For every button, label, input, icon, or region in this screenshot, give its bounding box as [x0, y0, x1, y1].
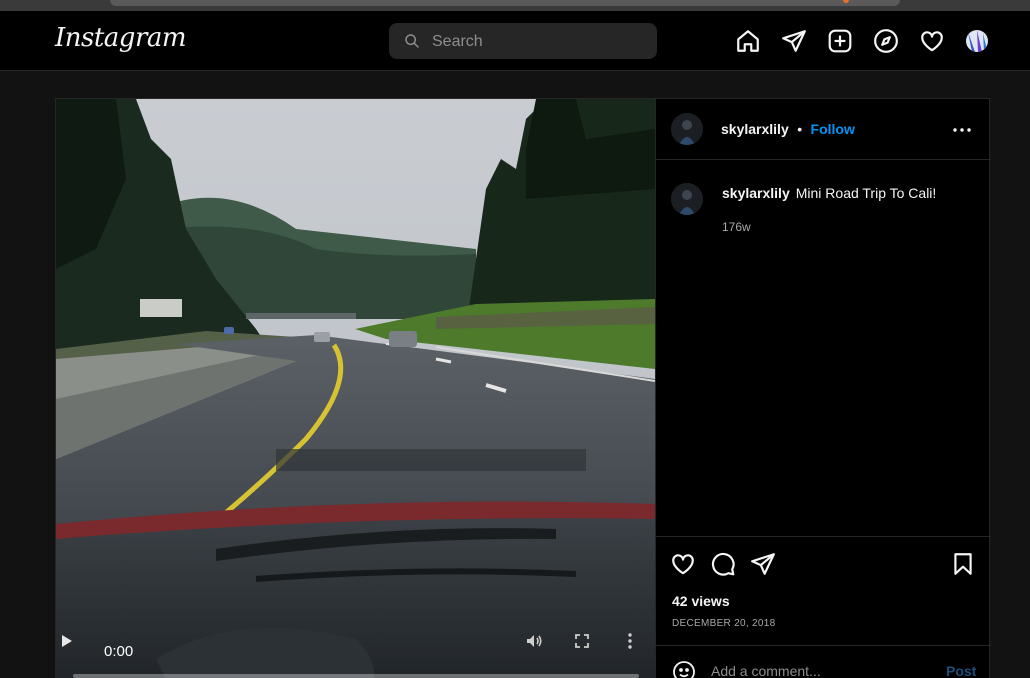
explore-icon[interactable]	[872, 27, 900, 55]
play-icon[interactable]	[56, 631, 76, 651]
post-caption: skylarxlily Mini Road Trip To Cali!	[722, 185, 936, 201]
like-heart-icon[interactable]	[670, 551, 696, 577]
caption-username[interactable]: skylarxlily	[722, 185, 790, 201]
search-icon	[405, 34, 419, 48]
direct-messages-icon[interactable]	[780, 27, 808, 55]
home-icon[interactable]	[734, 27, 762, 55]
author-avatar[interactable]	[671, 113, 703, 145]
more-options-icon[interactable]	[620, 631, 640, 651]
search-placeholder: Search	[432, 33, 483, 50]
add-comment-bar: Post	[656, 645, 991, 678]
post-header: skylarxlily • Follow	[656, 99, 991, 160]
browser-chrome	[0, 0, 1030, 11]
emoji-icon[interactable]	[672, 660, 696, 678]
post-card: 0:00 skylarxlily • Follow skylarxlily Mi…	[55, 98, 991, 678]
volume-icon[interactable]	[524, 631, 544, 651]
instagram-logo[interactable]: Instagram	[55, 23, 187, 53]
post-comment-button[interactable]: Post	[946, 663, 976, 678]
post-options-icon[interactable]	[951, 119, 973, 141]
caption-avatar[interactable]	[671, 183, 703, 215]
post-actions: 42 views DECEMBER 20, 2018	[656, 536, 991, 646]
comment-icon[interactable]	[710, 551, 736, 577]
view-count[interactable]: 42 views	[672, 593, 730, 609]
post-details-panel: skylarxlily • Follow skylarxlily Mini Roa…	[655, 99, 991, 678]
follow-button[interactable]: Follow	[811, 121, 855, 137]
caption-age[interactable]: 176w	[722, 220, 751, 234]
separator-dot: •	[797, 121, 803, 137]
video-time: 0:00	[104, 643, 134, 660]
caption-text: Mini Road Trip To Cali!	[795, 185, 937, 201]
new-post-icon[interactable]	[826, 27, 854, 55]
activity-heart-icon[interactable]	[918, 27, 946, 55]
top-navigation: Instagram Search	[0, 11, 1030, 71]
fullscreen-icon[interactable]	[572, 631, 592, 651]
video-progress-bar[interactable]	[73, 674, 639, 678]
author-username[interactable]: skylarxlily	[721, 121, 789, 137]
comment-input[interactable]	[711, 660, 931, 678]
address-bar[interactable]	[110, 0, 900, 6]
video-frame	[56, 99, 655, 678]
share-icon[interactable]	[750, 551, 776, 577]
post-video[interactable]: 0:00	[56, 99, 655, 678]
search-box[interactable]: Search	[389, 23, 657, 59]
save-bookmark-icon[interactable]	[950, 551, 976, 577]
post-date: DECEMBER 20, 2018	[672, 618, 776, 629]
video-controls: 0:00	[56, 631, 655, 678]
profile-avatar[interactable]	[966, 30, 988, 52]
